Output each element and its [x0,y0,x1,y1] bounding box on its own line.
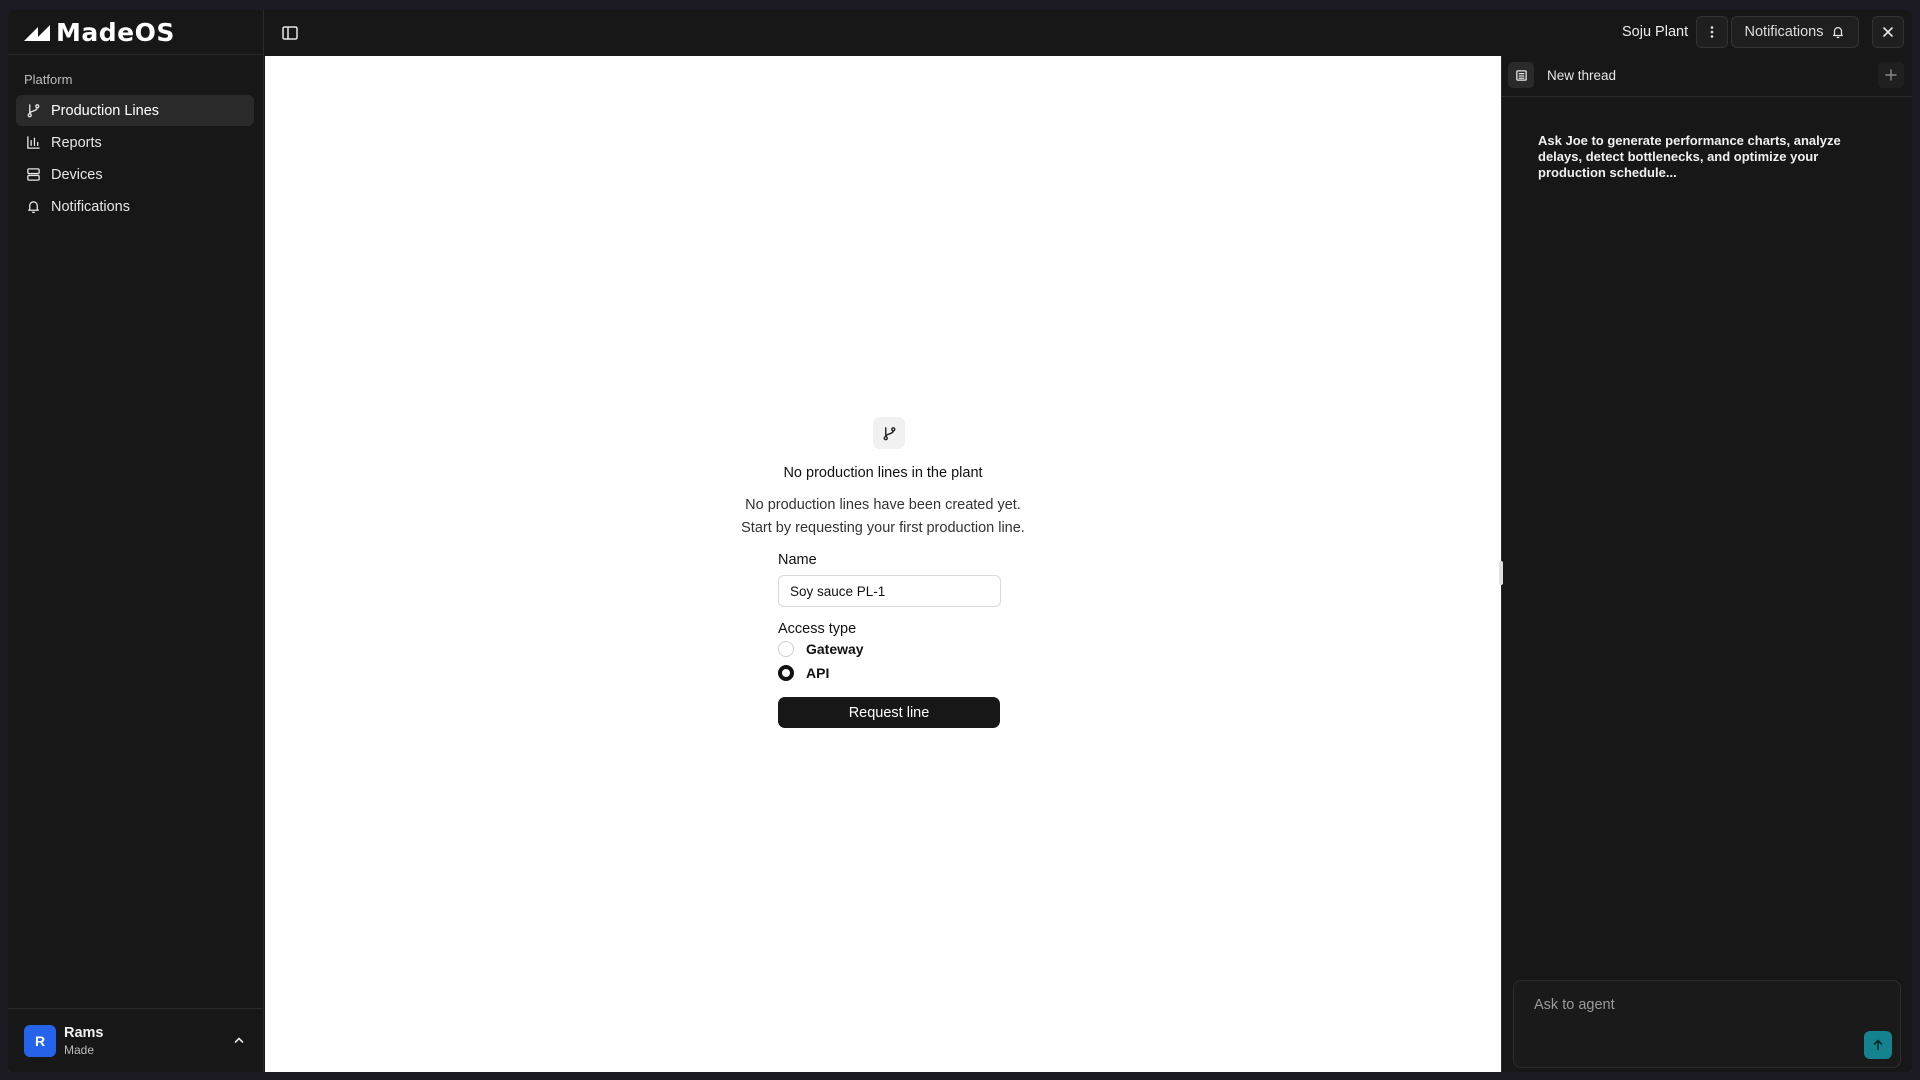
thread-title: New thread [1547,68,1617,83]
agent-panel: New thread Ask Joe to generate performan… [1499,56,1912,1072]
close-icon [1883,27,1893,37]
radio-option-gateway[interactable]: Gateway [778,637,1001,661]
sidebar-item-devices[interactable]: Devices [16,159,254,190]
empty-state-line-2: Start by requesting your first productio… [741,520,1025,536]
sidebar-item-reports[interactable]: Reports [16,127,254,158]
chat-input[interactable] [1534,997,1834,1013]
more-options-button[interactable] [1696,16,1728,48]
user-menu[interactable]: R Rams Made [8,1008,264,1072]
avatar: R [24,1024,56,1057]
app-window: MadeOS Platform Production Lines Reports [8,10,1912,1072]
close-button[interactable] [1872,16,1904,48]
chevron-up-icon [234,1037,244,1043]
brand-mark-icon [24,25,50,41]
user-info: Rams Made [64,1025,104,1057]
radio-label: Gateway [806,641,864,657]
sidebar-nav: Production Lines Reports Devices Notific… [16,95,254,223]
new-thread-button[interactable] [1878,62,1904,88]
request-line-form: Name Access type Gateway API Request lin… [778,552,1001,728]
git-branch-icon [27,104,40,118]
notifications-button[interactable]: Notifications [1731,16,1859,48]
name-label: Name [778,552,817,568]
empty-state-line-1: No production lines have been created ye… [745,497,1021,513]
sidebar-item-notifications[interactable]: Notifications [16,191,254,222]
radio-gateway[interactable] [778,641,794,657]
section-label-platform: Platform [24,72,73,87]
sidebar: MadeOS Platform Production Lines Reports [8,10,264,1072]
name-field[interactable] [778,575,1001,607]
user-org: Made [64,1042,95,1057]
git-branch-icon [883,426,895,440]
bell-icon [28,201,39,214]
plant-name[interactable]: Soju Plant [1622,24,1688,40]
radio-label: API [806,665,830,681]
topbar: Soju Plant Notifications [264,10,1912,56]
agent-hint-text: Ask Joe to generate performance charts, … [1538,133,1841,180]
access-type-label: Access type [778,621,857,637]
empty-state-icon-tile [873,417,905,449]
bell-icon [1833,27,1844,39]
sidebar-item-label: Production Lines [51,102,160,119]
empty-state-description: No production lines have been created ye… [265,494,1501,540]
sidebar-item-label: Reports [51,134,102,151]
bar-chart-icon [27,136,40,149]
main-content: No production lines in the plant No prod… [265,56,1501,1072]
user-name: Rams [64,1024,104,1041]
arrow-up-icon [1873,1039,1883,1051]
list-icon [1515,69,1527,81]
thread-list-button[interactable] [1508,62,1534,88]
divider [8,54,264,55]
sidebar-item-production-lines[interactable]: Production Lines [16,95,254,126]
radio-option-api[interactable]: API [778,661,1001,685]
send-button[interactable] [1864,1031,1892,1059]
panel-header: New thread [1502,56,1912,97]
notifications-button-label: Notifications [1744,24,1824,40]
brand-logo[interactable]: MadeOS [22,17,175,47]
panel-resize-handle[interactable] [1499,561,1503,585]
empty-state-title: No production lines in the plant [783,465,983,481]
chat-composer [1513,980,1901,1068]
request-line-button[interactable]: Request line [778,697,1000,728]
sidebar-item-label: Notifications [51,198,130,215]
plus-icon [1885,69,1897,81]
sidebar-item-label: Devices [51,166,103,183]
brand-name: MadeOS [56,17,175,47]
more-vertical-icon [1710,26,1714,38]
radio-api[interactable] [778,665,794,681]
server-icon [27,168,40,181]
sidebar-toggle-icon[interactable] [280,23,300,43]
